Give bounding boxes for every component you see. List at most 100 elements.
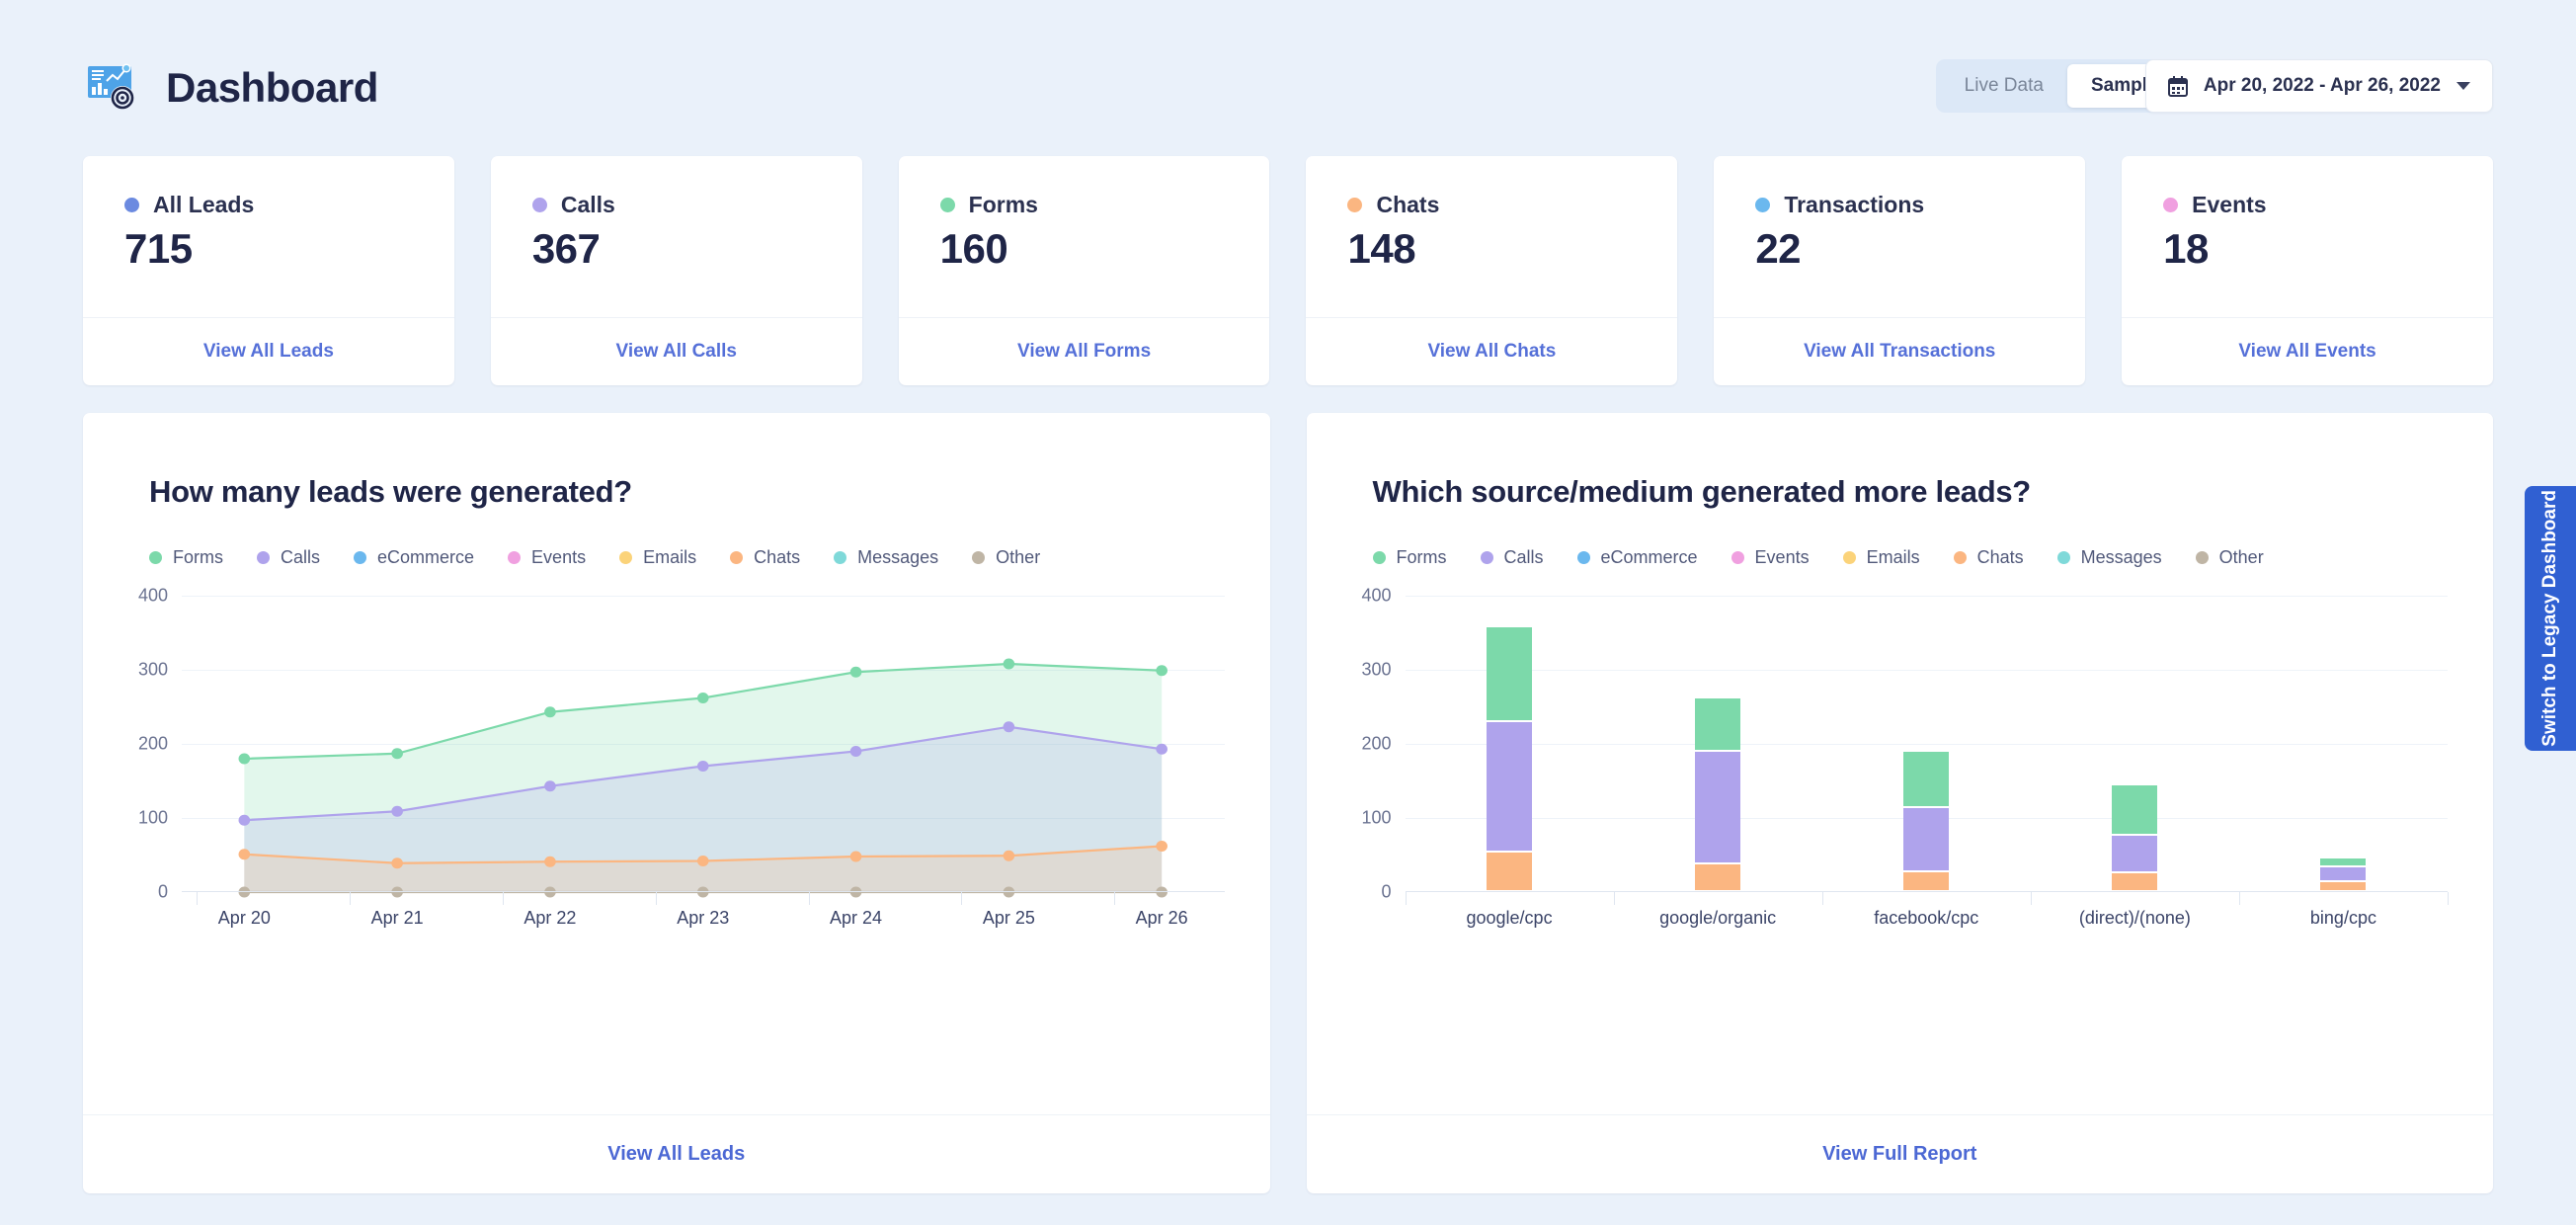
legend-dot-icon bbox=[1842, 551, 1856, 564]
legend-label: Messages bbox=[857, 547, 939, 567]
kpi-view-all-link[interactable]: View All Calls bbox=[615, 341, 737, 363]
kpi-label: Events bbox=[2192, 192, 2267, 217]
bar-stack[interactable] bbox=[1695, 697, 1741, 892]
data-point[interactable] bbox=[391, 858, 403, 869]
y-axis-tick-label: 400 bbox=[1361, 585, 1392, 606]
y-axis-tick-label: 400 bbox=[137, 585, 168, 606]
data-point[interactable] bbox=[391, 805, 403, 817]
kpi-view-all-link[interactable]: View All Chats bbox=[1427, 341, 1556, 363]
data-point[interactable] bbox=[1156, 743, 1167, 755]
switch-to-legacy-dashboard-tab[interactable]: Switch to Legacy Dashboard bbox=[2525, 486, 2576, 751]
bar-segment[interactable] bbox=[1903, 871, 1950, 892]
bar-stack[interactable] bbox=[2112, 785, 2158, 892]
data-point[interactable] bbox=[1156, 665, 1167, 677]
legend-dot-icon bbox=[354, 551, 367, 564]
legend-item[interactable]: Emails bbox=[619, 547, 696, 568]
data-point[interactable] bbox=[238, 849, 251, 860]
legend-item[interactable]: Forms bbox=[1372, 547, 1447, 568]
data-point[interactable] bbox=[1003, 850, 1015, 861]
date-range-picker[interactable]: Apr 20, 2022 - Apr 26, 2022 bbox=[2144, 59, 2493, 113]
x-axis-ticks bbox=[182, 892, 1225, 906]
bar-segment[interactable] bbox=[1487, 722, 1533, 854]
x-axis-label: bing/cpc bbox=[2309, 908, 2376, 928]
legend-label: Chats bbox=[1976, 547, 2024, 567]
legend-item[interactable]: eCommerce bbox=[354, 547, 474, 568]
legend-item[interactable]: Other bbox=[2195, 547, 2264, 568]
bar-segment[interactable] bbox=[1695, 697, 1741, 753]
data-point[interactable] bbox=[391, 748, 403, 760]
page-title: Dashboard bbox=[166, 64, 378, 111]
kpi-view-all-link[interactable]: View All Leads bbox=[203, 341, 334, 363]
x-axis-labels: google/cpc google/organic facebook/cpc (dir… bbox=[1406, 908, 2449, 938]
legend-item[interactable]: Messages bbox=[2056, 547, 2162, 568]
kpi-view-all-link[interactable]: View All Events bbox=[2238, 341, 2375, 363]
legend-item[interactable]: Chats bbox=[1953, 547, 2024, 568]
source-medium-card: Which source/medium generated more leads… bbox=[1306, 413, 2493, 1193]
data-point[interactable] bbox=[544, 780, 556, 792]
kpi-view-all-link[interactable]: View All Transactions bbox=[1804, 341, 1995, 363]
y-axis-tick-label: 300 bbox=[137, 659, 168, 680]
legend-item[interactable]: Other bbox=[972, 547, 1040, 568]
kpi-value: 367 bbox=[531, 225, 601, 272]
data-point[interactable] bbox=[544, 856, 556, 867]
legend-item[interactable]: Calls bbox=[1480, 547, 1544, 568]
bar-segment[interactable] bbox=[2112, 872, 2158, 892]
data-point[interactable] bbox=[696, 693, 709, 703]
data-point[interactable] bbox=[544, 706, 556, 718]
bar-stack[interactable] bbox=[1903, 751, 1950, 892]
bar-segment[interactable] bbox=[2320, 858, 2367, 867]
kpi-value: 18 bbox=[2163, 225, 2209, 272]
legend-item[interactable]: eCommerce bbox=[1576, 547, 1698, 568]
legend-label: Other bbox=[996, 547, 1041, 567]
leads-chart-footer: View All Leads bbox=[83, 1114, 1270, 1193]
bar-stack[interactable] bbox=[2320, 858, 2367, 892]
kpi-value: 715 bbox=[124, 225, 193, 272]
data-point[interactable] bbox=[1003, 658, 1015, 670]
status-dot-icon bbox=[1755, 198, 1771, 212]
bar-segment[interactable] bbox=[2112, 785, 2158, 836]
x-axis-label: google/organic bbox=[1659, 908, 1777, 928]
live-data-button[interactable]: Live Data bbox=[1941, 64, 2067, 108]
legend-item[interactable]: Emails bbox=[1842, 547, 1920, 568]
bar-stack[interactable] bbox=[1487, 627, 1533, 892]
legend-item[interactable]: Events bbox=[508, 547, 586, 568]
kpi-label: Calls bbox=[560, 192, 615, 217]
x-axis-tick bbox=[655, 892, 657, 905]
legend-dot-icon bbox=[149, 551, 162, 564]
bar-segment[interactable] bbox=[1903, 808, 1950, 872]
legend-item[interactable]: Chats bbox=[730, 547, 800, 568]
legend-item[interactable]: Forms bbox=[149, 547, 223, 568]
data-point[interactable] bbox=[1156, 841, 1167, 852]
status-dot-icon bbox=[1347, 198, 1363, 212]
bar-segment[interactable] bbox=[2112, 836, 2158, 873]
analytics-dashboard-icon bbox=[83, 57, 144, 119]
bar-segment[interactable] bbox=[2320, 866, 2367, 882]
kpi-view-all-link[interactable]: View All Forms bbox=[1017, 341, 1151, 363]
bar-segment[interactable] bbox=[1487, 627, 1533, 723]
x-axis-label: Apr 20 bbox=[217, 908, 271, 928]
view-all-leads-link[interactable]: View All Leads bbox=[607, 1143, 745, 1166]
kpi-label: Forms bbox=[968, 192, 1038, 217]
data-point[interactable] bbox=[849, 666, 862, 678]
legend-item[interactable]: Events bbox=[1731, 547, 1810, 568]
kpi-footer: View All Calls bbox=[490, 317, 862, 385]
x-axis-label: google/cpc bbox=[1466, 908, 1553, 928]
data-point[interactable] bbox=[849, 851, 862, 862]
data-point[interactable] bbox=[1003, 721, 1015, 733]
kpi-value: 22 bbox=[1755, 225, 1802, 272]
bar-segment[interactable] bbox=[1695, 752, 1741, 864]
view-full-report-link[interactable]: View Full Report bbox=[1822, 1143, 1976, 1166]
data-point[interactable] bbox=[238, 814, 251, 826]
x-axis-tick bbox=[2238, 892, 2240, 905]
legend-item[interactable]: Calls bbox=[257, 547, 320, 568]
data-point[interactable] bbox=[696, 856, 709, 866]
data-point[interactable] bbox=[696, 761, 709, 772]
bar-segment[interactable] bbox=[1903, 751, 1950, 809]
bar-segment[interactable] bbox=[1695, 863, 1741, 892]
x-axis-label: Apr 26 bbox=[1135, 908, 1188, 928]
legend-item[interactable]: Messages bbox=[834, 547, 938, 568]
y-axis-tick-label: 0 bbox=[1381, 881, 1392, 902]
data-point[interactable] bbox=[849, 746, 862, 757]
bar-segment[interactable] bbox=[1487, 853, 1533, 892]
data-point[interactable] bbox=[238, 753, 251, 765]
